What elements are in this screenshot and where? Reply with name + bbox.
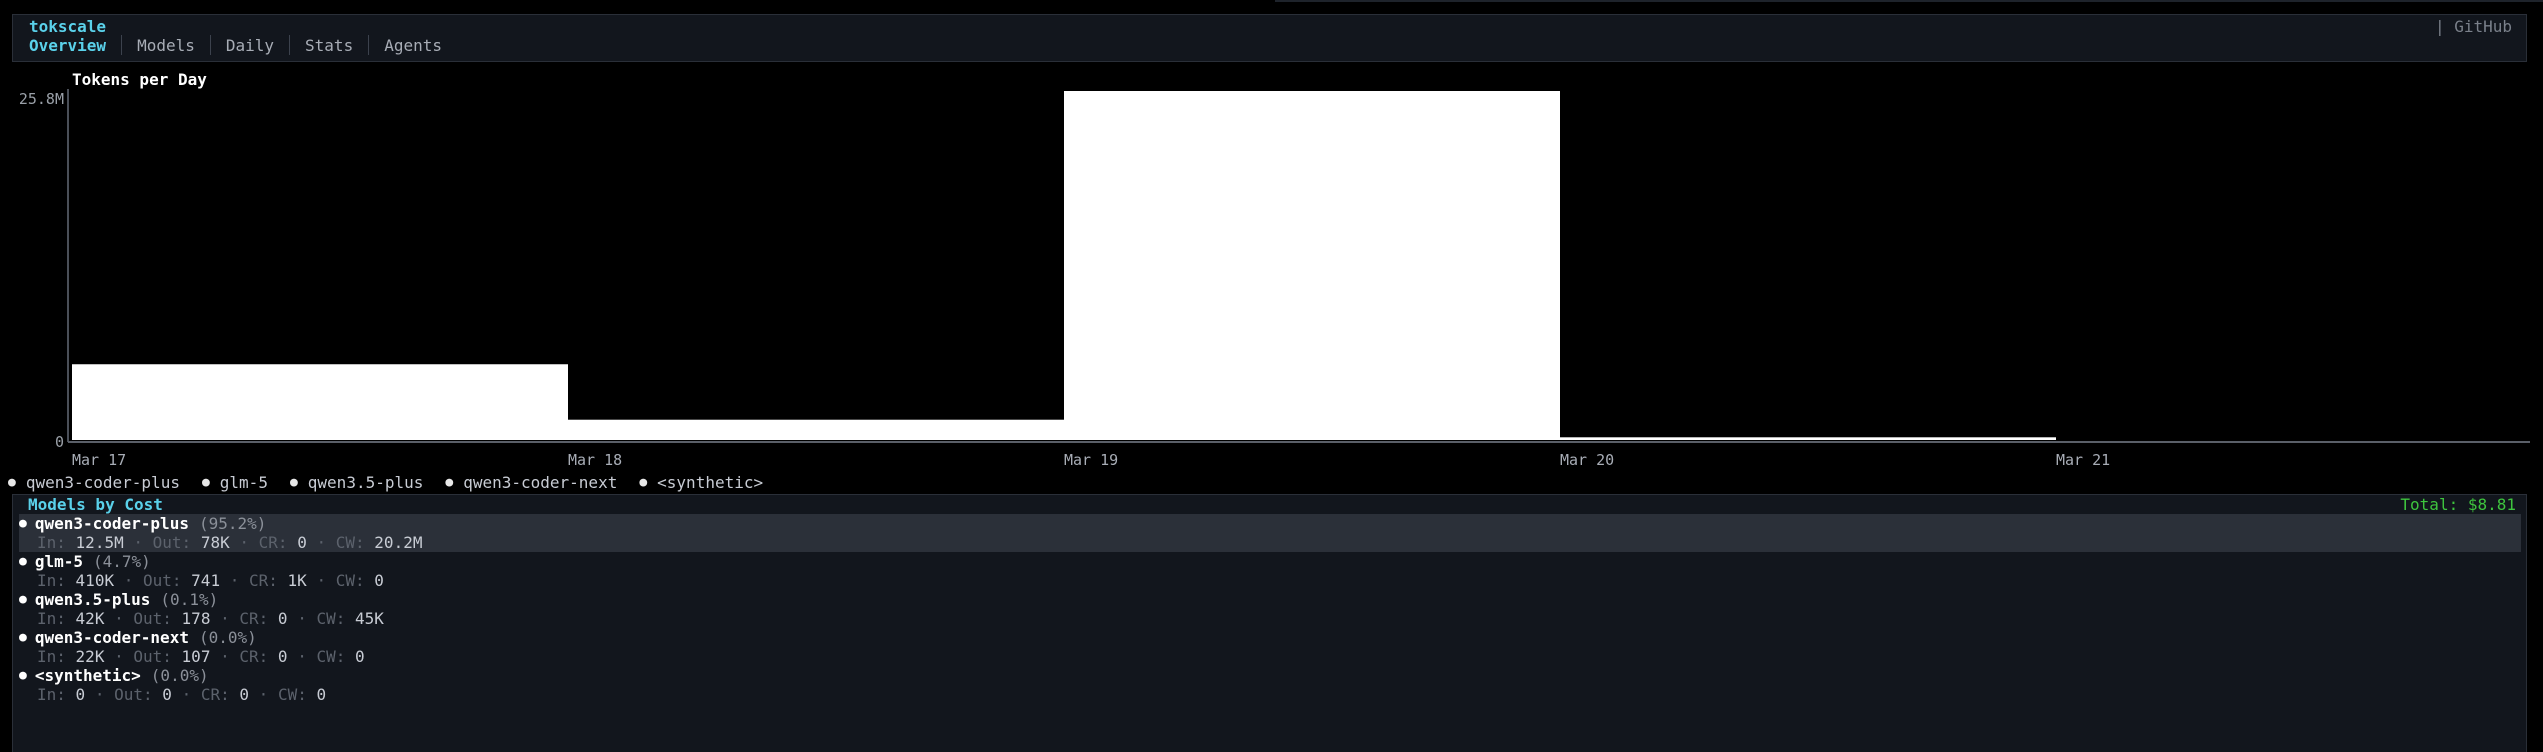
x-tick-label: Mar 20	[1560, 451, 1615, 469]
model-name: <synthetic>	[34, 666, 141, 685]
panel-title: Models by Cost	[28, 495, 163, 514]
tab-stats[interactable]: Stats	[290, 36, 368, 55]
model-percent: (0.0%)	[150, 666, 209, 685]
header-bar: tokscale Overview Models Daily Stats Age…	[12, 14, 2527, 62]
bullet-icon: ●	[19, 630, 27, 645]
tab-bar: Overview Models Daily Stats Agents	[29, 33, 457, 57]
tab-models[interactable]: Models	[122, 36, 210, 55]
models-by-cost-panel: Models by Cost Total: $8.81 ● qwen3-code…	[12, 494, 2527, 752]
model-row[interactable]: ● qwen3-coder-next (0.0%) In: 22K · Out:…	[19, 628, 2521, 666]
tokens-per-day-chart: Tokens per Day 25.8M 0 Mar 17 Mar 18 Mar 1…	[0, 64, 2543, 472]
model-name: glm-5	[34, 552, 83, 571]
bullet-icon: ●	[19, 554, 27, 569]
x-tick-label: Mar 18	[568, 451, 623, 469]
legend-item[interactable]: ● qwen3-coder-plus	[8, 473, 180, 492]
model-token-stats: In: 0 · Out: 0 · CR: 0 · CW: 0	[37, 685, 327, 704]
legend-item[interactable]: ● qwen3.5-plus	[290, 473, 423, 492]
bar-mar-20	[1560, 437, 2056, 440]
github-link[interactable]: | GitHub	[2435, 17, 2512, 36]
x-tick-label: Mar 21	[2056, 451, 2111, 469]
model-row[interactable]: ● qwen3-coder-plus (95.2%) In: 12.5M · O…	[19, 514, 2521, 552]
model-percent: (95.2%)	[198, 514, 267, 533]
bullet-icon: ●	[19, 592, 27, 607]
model-row[interactable]: ● glm-5 (4.7%) In: 410K · Out: 741 · CR:…	[19, 552, 2521, 590]
x-tick-label: Mar 19	[1064, 451, 1119, 469]
bar-mar-18	[568, 419, 1064, 440]
bullet-icon: ●	[19, 668, 27, 683]
legend-dot-icon: ●	[639, 474, 648, 490]
legend-item[interactable]: ● <synthetic>	[639, 473, 763, 492]
legend-dot-icon: ●	[445, 474, 454, 490]
model-name: qwen3-coder-plus	[34, 514, 189, 533]
x-tick-label: Mar 17	[72, 451, 127, 469]
legend-item[interactable]: ● glm-5	[202, 473, 268, 492]
bullet-icon: ●	[19, 516, 27, 531]
legend-dot-icon: ●	[289, 474, 298, 490]
model-name: qwen3.5-plus	[34, 590, 151, 609]
tab-daily[interactable]: Daily	[211, 36, 289, 55]
model-row[interactable]: ● <synthetic> (0.0%) In: 0 · Out: 0 · CR…	[19, 666, 2521, 704]
model-percent: (4.7%)	[93, 552, 151, 571]
bar-mar-19	[1064, 91, 1560, 440]
model-percent: (0.1%)	[160, 590, 219, 609]
model-percent: (0.0%)	[198, 628, 257, 647]
legend-item[interactable]: ● qwen3-coder-next	[445, 473, 617, 492]
legend-dot-icon: ●	[8, 474, 16, 490]
chart-plot-area	[67, 89, 2530, 443]
model-token-stats: In: 22K · Out: 107 · CR: 0 · CW: 0	[37, 647, 365, 666]
model-name: qwen3-coder-next	[34, 628, 189, 647]
top-border-line	[1275, 0, 2543, 4]
tab-overview[interactable]: Overview	[29, 36, 121, 55]
legend-dot-icon: ●	[201, 474, 210, 490]
model-token-stats: In: 42K · Out: 178 · CR: 0 · CW: 45K	[37, 609, 384, 628]
model-token-stats: In: 410K · Out: 741 · CR: 1K · CW: 0	[37, 571, 384, 590]
tab-agents[interactable]: Agents	[369, 36, 457, 55]
model-token-stats: In: 12.5M · Out: 78K · CR: 0 · CW: 20.2M	[37, 533, 423, 552]
bar-mar-17	[72, 364, 568, 440]
chart-legend: ● qwen3-coder-plus ● glm-5 ● qwen3.5-plus ●…	[8, 472, 785, 492]
total-cost: Total: $8.81	[2400, 495, 2516, 514]
model-row[interactable]: ● qwen3.5-plus (0.1%) In: 42K · Out: 178…	[19, 590, 2521, 628]
